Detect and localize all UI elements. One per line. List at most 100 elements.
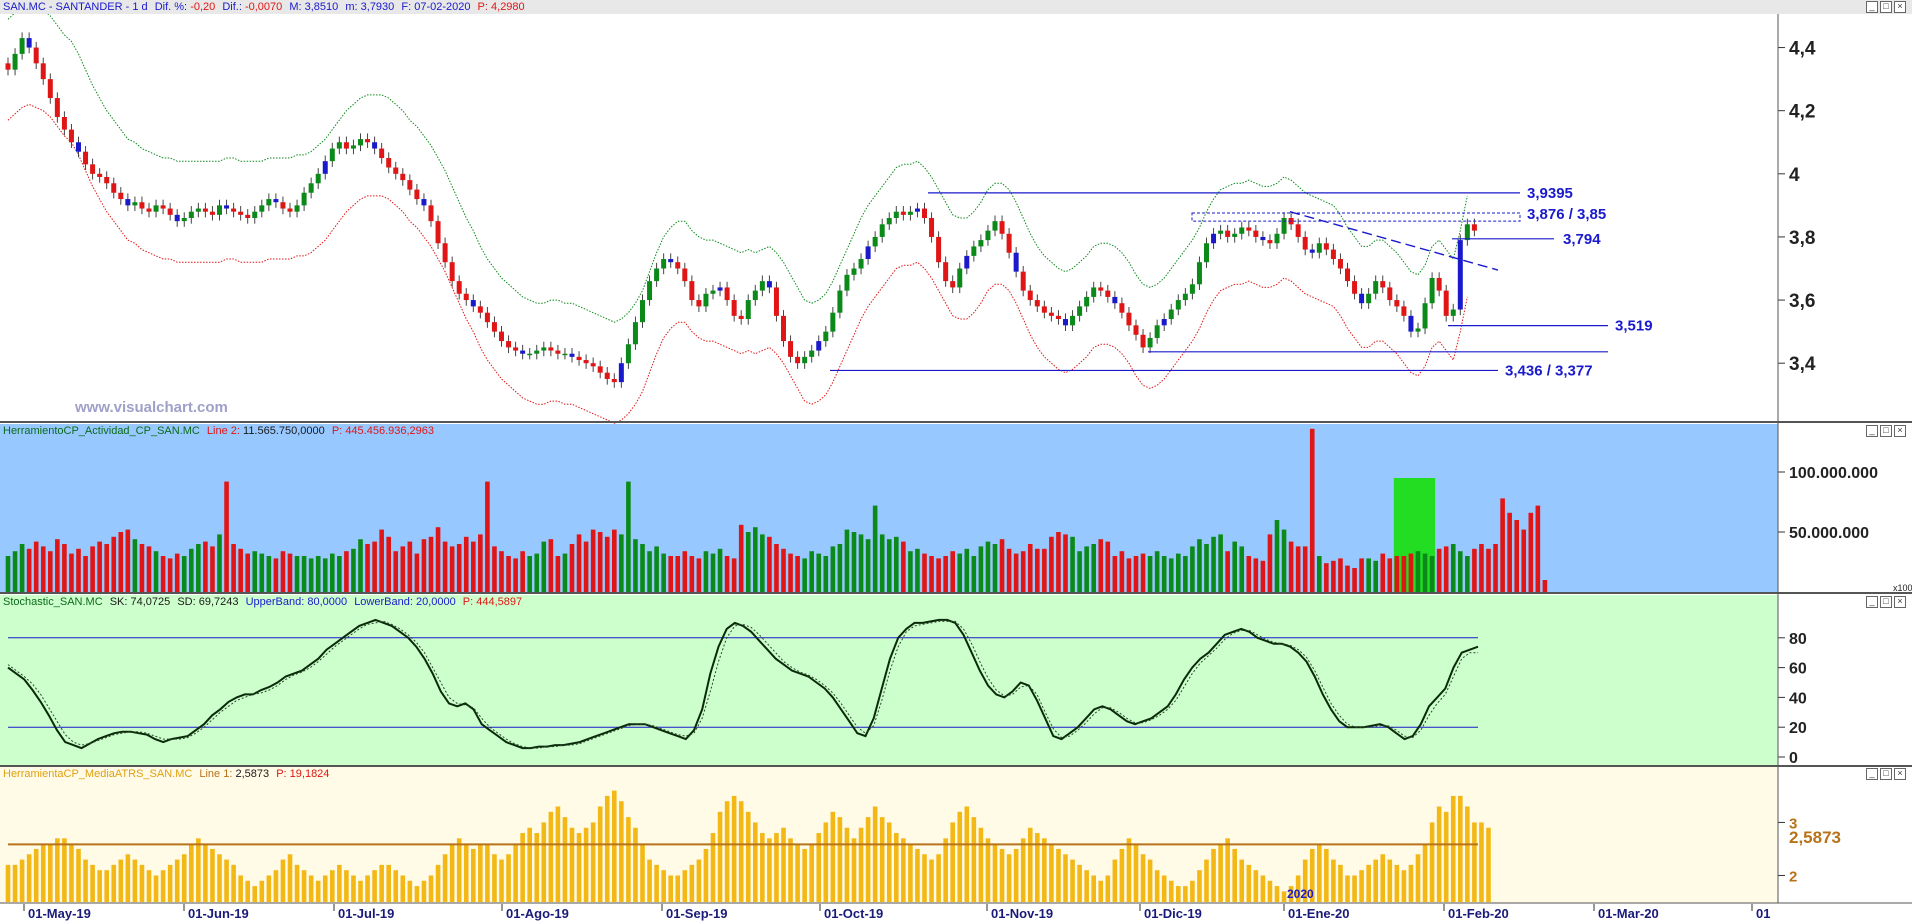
candle-body bbox=[576, 356, 582, 361]
atr-bar bbox=[1408, 864, 1414, 902]
atr-bar bbox=[1331, 859, 1336, 902]
volume-bar bbox=[774, 544, 779, 592]
atr-bar bbox=[69, 843, 74, 902]
volume-bar bbox=[1359, 558, 1364, 592]
stoch-header-name: Stochastic_SAN.MC bbox=[3, 596, 103, 608]
y-tick-label: 40 bbox=[1789, 690, 1807, 707]
atr-bar bbox=[633, 827, 638, 902]
candle-body bbox=[195, 208, 201, 212]
close-icon[interactable]: × bbox=[1894, 768, 1906, 780]
atr-bar bbox=[442, 854, 448, 902]
x-tick-label: 01-Sep-19 bbox=[666, 906, 727, 921]
minimize-icon[interactable]: _ bbox=[1866, 596, 1878, 608]
p-value: 4,2980 bbox=[491, 1, 525, 13]
atr-bar bbox=[1436, 806, 1442, 902]
volume-bar bbox=[619, 534, 624, 592]
candle-body bbox=[146, 208, 152, 212]
volume-bar bbox=[1521, 529, 1527, 592]
volume-scale-tag: x100 bbox=[1893, 583, 1912, 593]
candle-body bbox=[358, 139, 363, 146]
volume-bar bbox=[97, 541, 102, 592]
atr-bar bbox=[640, 843, 645, 902]
minimize-icon[interactable]: _ bbox=[1866, 768, 1878, 780]
volume-bar bbox=[816, 553, 822, 592]
candle-body bbox=[1055, 315, 1061, 319]
atr-bar bbox=[407, 880, 413, 902]
volume-bar bbox=[612, 529, 617, 592]
candle-body bbox=[745, 300, 751, 319]
candle-body bbox=[647, 281, 653, 301]
candle-body bbox=[400, 173, 406, 181]
minimize-icon[interactable]: _ bbox=[1866, 1, 1878, 13]
candle-body bbox=[379, 148, 385, 159]
volume-bar bbox=[294, 556, 300, 592]
watermark: www.visualchart.com bbox=[74, 399, 228, 416]
candle-body bbox=[569, 353, 575, 357]
atr-bar bbox=[492, 854, 497, 902]
atr-bar bbox=[1253, 870, 1259, 902]
volume-bar bbox=[55, 539, 60, 592]
candle-body bbox=[809, 350, 815, 357]
volume-bar bbox=[809, 551, 814, 592]
volume-bar bbox=[160, 556, 166, 592]
maximize-icon[interactable]: □ bbox=[1880, 1, 1892, 13]
volume-bar bbox=[1479, 544, 1484, 592]
atr-bar bbox=[308, 875, 314, 902]
close-icon[interactable]: × bbox=[1894, 425, 1906, 437]
candle-body bbox=[386, 158, 392, 168]
close-icon[interactable]: × bbox=[1894, 596, 1906, 608]
atr-bar bbox=[1063, 854, 1068, 902]
atr-bar bbox=[189, 843, 194, 902]
candle-body bbox=[604, 372, 610, 379]
atr-bar bbox=[781, 827, 786, 902]
y-tick-label: 100.000.000 bbox=[1789, 465, 1878, 482]
maximize-icon[interactable]: □ bbox=[1880, 596, 1892, 608]
volume-bar bbox=[879, 534, 885, 592]
min-value: 3,7930 bbox=[360, 1, 395, 13]
volume-bar bbox=[1176, 553, 1181, 592]
candle-body bbox=[442, 243, 448, 263]
atr-bar bbox=[330, 870, 335, 902]
candle-body bbox=[153, 205, 159, 212]
volume-bar bbox=[1140, 553, 1146, 592]
candle-body bbox=[47, 79, 53, 99]
x-tick-label: 01-Jun-19 bbox=[188, 906, 249, 921]
minimize-icon[interactable]: _ bbox=[1866, 425, 1878, 437]
atr-bar bbox=[689, 864, 695, 902]
volume-bar bbox=[1119, 551, 1125, 592]
volume-bar bbox=[62, 544, 67, 592]
atr-bar bbox=[499, 859, 504, 902]
volume-bar bbox=[1105, 541, 1111, 592]
candle-body bbox=[1464, 224, 1470, 241]
volume-bar bbox=[400, 546, 406, 592]
atr-bar bbox=[1260, 875, 1266, 902]
atr-bar bbox=[901, 838, 906, 902]
atr-bar bbox=[879, 817, 885, 902]
candle-body bbox=[950, 281, 956, 288]
volume-bar bbox=[1472, 548, 1477, 592]
candle-body bbox=[308, 183, 314, 193]
volume-bar bbox=[788, 553, 793, 592]
candle-body bbox=[1196, 262, 1202, 285]
atr-bar bbox=[1084, 870, 1089, 902]
atr-bar bbox=[957, 811, 963, 902]
volume-bar bbox=[492, 546, 497, 592]
atr-bar bbox=[125, 854, 131, 902]
close-icon[interactable]: × bbox=[1894, 1, 1906, 13]
volume-bar bbox=[661, 553, 666, 592]
atr-bar bbox=[668, 875, 673, 902]
candle-body bbox=[1450, 309, 1456, 316]
atr-bar bbox=[344, 870, 349, 902]
maximize-icon[interactable]: □ bbox=[1880, 425, 1892, 437]
volume-bar bbox=[548, 539, 554, 592]
candle-body bbox=[259, 205, 265, 212]
candle-body bbox=[710, 290, 716, 294]
volume-bar bbox=[1091, 544, 1096, 592]
maximize-icon[interactable]: □ bbox=[1880, 768, 1892, 780]
candle-body bbox=[209, 211, 215, 215]
atr-bar bbox=[1112, 859, 1118, 902]
candle-body bbox=[499, 331, 504, 342]
volume-line-value: 11.565.750,0000 bbox=[243, 425, 325, 437]
atr-bar bbox=[823, 822, 829, 902]
volume-bar bbox=[1436, 548, 1442, 592]
